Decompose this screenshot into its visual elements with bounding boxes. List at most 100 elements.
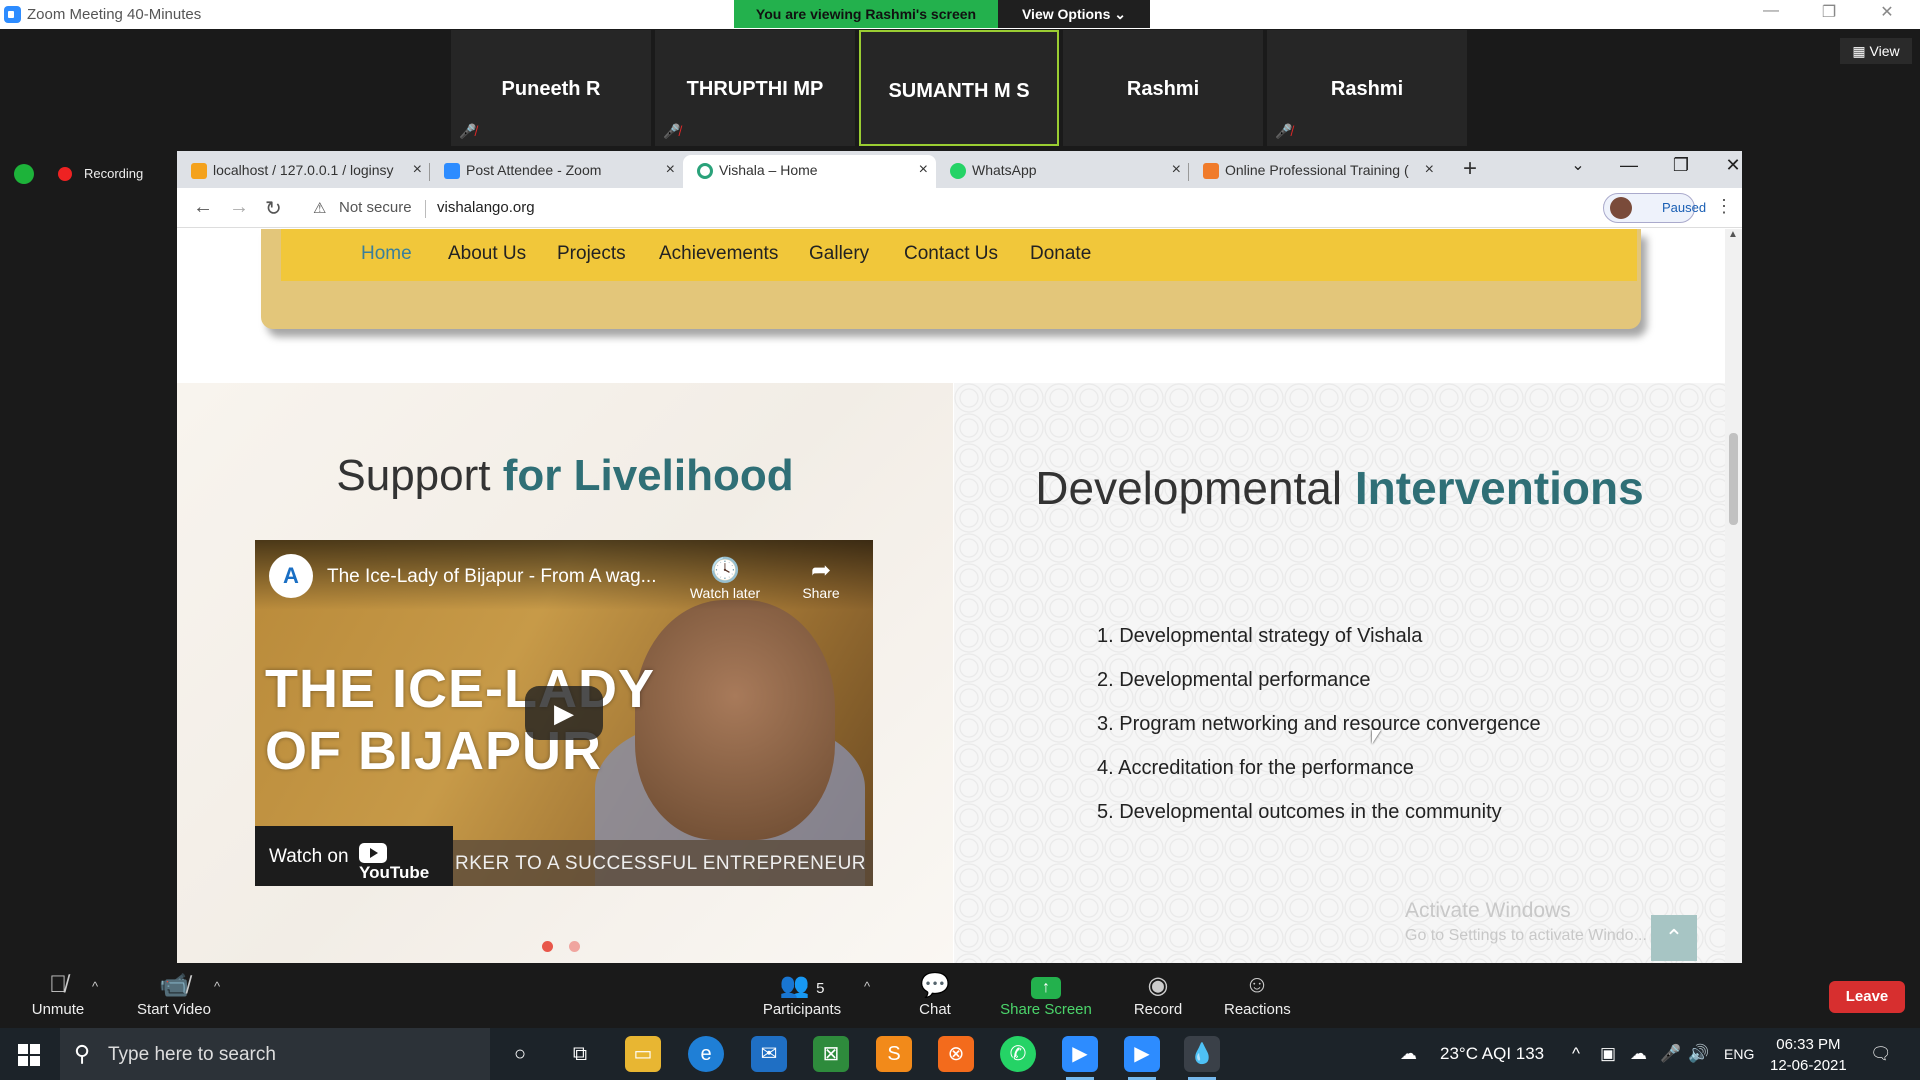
start-video-button[interactable]: 📹̸ Start Video <box>134 971 214 1018</box>
nav-contact-us[interactable]: Contact Us <box>904 243 998 265</box>
meet-now-icon[interactable]: ▣ <box>1600 1044 1616 1064</box>
tab-search-icon[interactable]: ⌄ <box>1558 155 1598 175</box>
browser-tab[interactable]: Online Professional Training ( × <box>1189 155 1442 188</box>
watch-on-youtube-button[interactable]: Watch on YouTube <box>255 826 453 886</box>
youtube-video-embed[interactable]: A The Ice-Lady of Bijapur - From A wag..… <box>255 540 873 886</box>
warning-icon[interactable]: ⚠ <box>313 199 326 217</box>
chat-button[interactable]: 💬 Chat <box>914 971 956 1018</box>
scroll-up-icon[interactable]: ▲ <box>1728 229 1738 240</box>
browser-restore-icon[interactable]: ❐ <box>1661 155 1701 176</box>
carousel-dot-active[interactable] <box>542 941 553 952</box>
channel-logo-icon[interactable]: A <box>269 554 313 598</box>
browser-tab[interactable]: WhatsApp × <box>936 155 1189 188</box>
tab-close-icon[interactable]: × <box>1425 155 1434 185</box>
not-secure-label[interactable]: Not secure <box>339 199 412 216</box>
nav-home[interactable]: Home <box>361 243 412 265</box>
tab-close-icon[interactable]: × <box>666 155 675 185</box>
video-title[interactable]: The Ice-Lady of Bijapur - From A wag... <box>327 566 656 588</box>
unmute-button[interactable]: 🎙̸ Unmute <box>26 971 90 1018</box>
edge-icon[interactable]: e <box>688 1036 724 1072</box>
zoom-taskbar-icon[interactable]: ▶ <box>1062 1036 1098 1080</box>
sublime-text-icon[interactable]: S <box>876 1036 912 1072</box>
volume-icon[interactable]: 🔊 <box>1688 1044 1709 1064</box>
nav-achievements[interactable]: Achievements <box>659 243 778 265</box>
file-explorer-icon[interactable]: ▭ <box>625 1036 661 1072</box>
browser-tab[interactable]: Post Attendee - Zoom × <box>430 155 683 188</box>
reload-icon[interactable]: ↻ <box>265 196 282 221</box>
browser-close-icon[interactable]: ✕ <box>1713 155 1742 176</box>
watch-later-button[interactable]: 🕓 Watch later <box>685 556 765 601</box>
tab-title: Vishala – Home <box>719 162 818 178</box>
participants-button[interactable]: 👥 5 Participants <box>760 971 844 1018</box>
search-placeholder: Type here to search <box>108 1044 276 1065</box>
browser-menu-icon[interactable]: ⋮ <box>1715 196 1733 217</box>
profile-paused-button[interactable]: Paused <box>1603 193 1706 223</box>
nav-donate[interactable]: Donate <box>1030 243 1091 265</box>
list-item: 4. Accreditation for the performance <box>1097 757 1414 779</box>
view-options-button[interactable]: View Options ⌄ <box>998 0 1150 28</box>
participant-tile[interactable]: Rashmi 🎤̸ <box>1267 30 1467 146</box>
restore-icon[interactable]: ❐ <box>1809 2 1849 22</box>
clock-icon: 🕓 <box>710 557 740 584</box>
view-layout-label: View <box>1869 43 1900 59</box>
notifications-icon[interactable]: 🗨 <box>1870 1044 1892 1064</box>
tray-chevron-icon[interactable]: ^ <box>1572 1044 1580 1064</box>
participant-tile-active[interactable]: SUMANTH M S <box>859 30 1059 146</box>
participants-caret-icon[interactable]: ^ <box>864 979 870 994</box>
nav-about-us[interactable]: About Us <box>448 243 526 265</box>
heading-bold: Interventions <box>1354 462 1644 514</box>
paint-icon[interactable]: 💧 <box>1184 1036 1220 1080</box>
whatsapp-taskbar-icon[interactable]: ✆ <box>1000 1036 1036 1072</box>
onedrive-icon[interactable]: ☁ <box>1630 1044 1647 1064</box>
tab-close-icon[interactable]: × <box>1172 155 1181 185</box>
tab-close-icon[interactable]: × <box>919 155 928 185</box>
mouse-cursor-icon <box>1372 730 1390 744</box>
view-layout-button[interactable]: ▦ View <box>1840 38 1912 64</box>
video-options-caret-icon[interactable]: ^ <box>214 979 220 994</box>
participant-tile[interactable]: Puneeth R 🎤̸ <box>451 30 651 146</box>
play-icon[interactable]: ▶ <box>525 686 603 740</box>
participant-name: Rashmi <box>1330 78 1404 100</box>
reactions-button[interactable]: ☺ Reactions <box>1224 971 1291 1018</box>
leave-button[interactable]: Leave <box>1829 981 1905 1013</box>
nav-projects[interactable]: Projects <box>557 243 626 265</box>
tab-title: Post Attendee - Zoom <box>466 162 602 178</box>
task-view-icon[interactable]: ⧉ <box>562 1036 598 1072</box>
back-arrow-icon[interactable]: ← <box>193 196 213 219</box>
close-icon[interactable]: ✕ <box>1867 2 1907 22</box>
livelihood-heading: Support for Livelihood <box>177 451 953 501</box>
microphone-icon[interactable]: 🎤 <box>1660 1044 1681 1064</box>
scroll-to-top-icon[interactable]: ⌃ <box>1651 915 1697 961</box>
browser-minimize-icon[interactable]: — <box>1609 155 1649 176</box>
forward-arrow-icon[interactable]: → <box>229 196 249 219</box>
scrollbar-thumb[interactable] <box>1729 433 1738 525</box>
xampp-control-icon[interactable]: ⊗ <box>938 1036 974 1072</box>
audio-options-caret-icon[interactable]: ^ <box>92 979 98 994</box>
participant-tile[interactable]: Rashmi <box>1063 30 1263 146</box>
new-tab-icon[interactable]: + <box>1463 155 1477 183</box>
minimize-icon[interactable]: — <box>1751 2 1791 20</box>
language-indicator[interactable]: ENG <box>1724 1046 1754 1062</box>
cortana-icon[interactable]: ○ <box>502 1036 538 1072</box>
zoom-meeting-taskbar-icon[interactable]: ▶ <box>1124 1036 1160 1080</box>
participant-tile[interactable]: THRUPTHI MP 🎤̸ <box>655 30 855 146</box>
weather-cloud-icon[interactable]: ☁ <box>1400 1044 1417 1064</box>
nav-gallery[interactable]: Gallery <box>809 243 869 265</box>
record-button[interactable]: ◉ Record <box>1132 971 1184 1018</box>
share-button[interactable]: ➦ Share <box>791 556 851 601</box>
windows-start-icon[interactable] <box>18 1044 40 1066</box>
carousel-dot[interactable] <box>569 941 580 952</box>
xampp-icon[interactable]: ⊠ <box>813 1036 849 1072</box>
vishala-icon <box>697 163 713 179</box>
tab-close-icon[interactable]: × <box>413 155 422 185</box>
share-screen-button[interactable]: ↑ Share Screen <box>1000 971 1092 1018</box>
page-scrollbar[interactable]: ▲ <box>1725 229 1742 963</box>
browser-tab-active[interactable]: Vishala – Home × <box>683 155 936 188</box>
taskbar-clock[interactable]: 06:33 PM 12-06-2021 <box>1770 1034 1847 1076</box>
browser-tab[interactable]: localhost / 127.0.0.1 / loginsy × <box>177 155 430 188</box>
url-field[interactable]: vishalango.org <box>437 199 535 216</box>
mail-icon[interactable]: ✉ <box>751 1036 787 1072</box>
taskbar-search-box[interactable]: ⚲ Type here to search <box>60 1028 490 1080</box>
carousel-dots <box>542 939 596 957</box>
weather-readout[interactable]: 23°C AQI 133 <box>1440 1044 1544 1064</box>
